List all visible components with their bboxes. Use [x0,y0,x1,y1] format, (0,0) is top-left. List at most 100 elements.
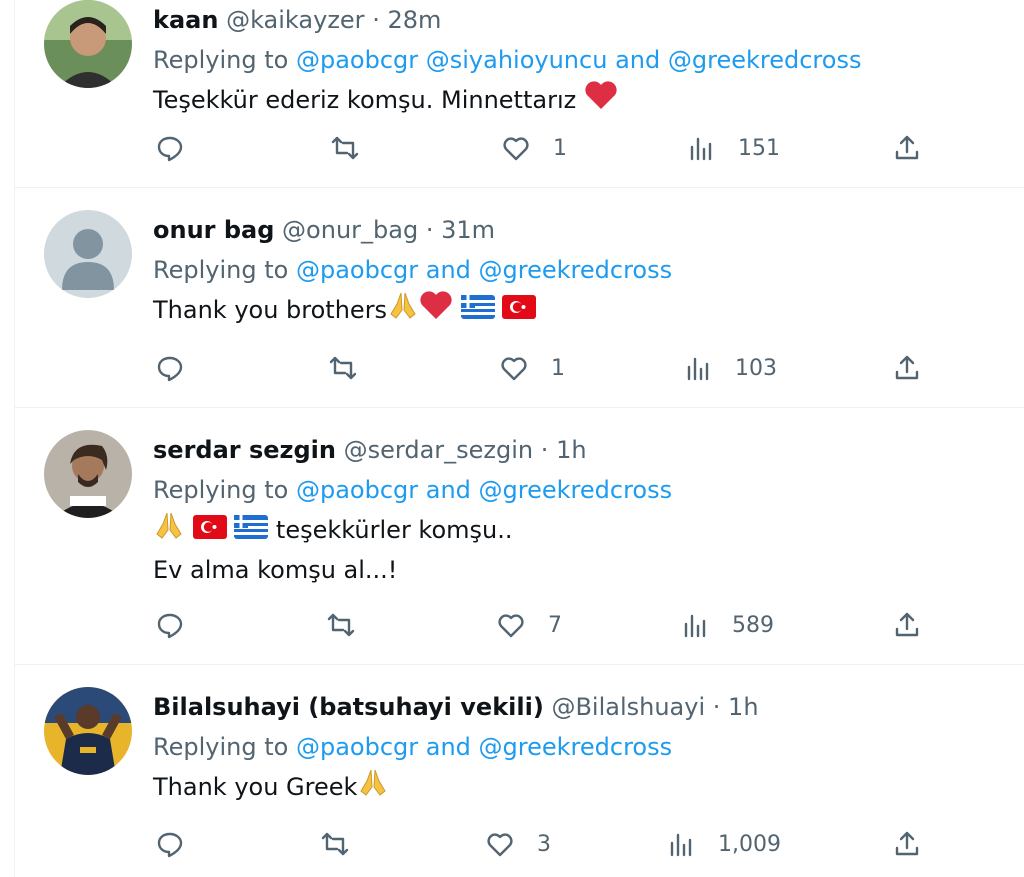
tweet[interactable]: onur bag @onur_bag · 31m Replying to @pa… [15,188,1024,408]
avatar[interactable] [44,430,132,518]
like-button[interactable]: 3 [485,824,551,864]
share-button[interactable] [892,824,922,864]
mention-conjunction: and [615,46,661,74]
like-count: 7 [548,612,562,638]
share-icon [895,355,919,380]
user-handle[interactable]: @kaikayzer [226,6,364,34]
timestamp[interactable]: 28m [387,6,441,34]
separator-dot: · [540,436,549,464]
views-button[interactable]: 151 [686,128,780,168]
views-icon [670,833,692,857]
reply-button[interactable] [155,824,185,864]
like-button[interactable]: 7 [496,605,562,645]
mention-link[interactable]: @greekredcross [479,476,673,504]
replying-to-label: Replying to [153,46,289,74]
views-button[interactable]: 589 [680,605,774,645]
like-count: 3 [537,831,551,857]
like-button[interactable]: 1 [501,128,567,168]
views-icon [690,137,712,161]
tweet-text: Ev alma komşu al...! [153,550,1005,590]
retweet-icon [321,832,349,856]
mention-link[interactable]: @paobcgr [296,733,418,761]
mention-link[interactable]: @paobcgr [296,46,418,74]
reply-icon [157,832,183,858]
mention-conjunction: and [425,476,471,504]
timestamp[interactable]: 1h [728,693,758,721]
tweet[interactable]: serdar sezgin @serdar_sezgin · 1h Replyi… [15,408,1024,665]
avatar[interactable] [44,210,132,298]
tweet-text: teşekkürler komşu.. [153,510,1005,550]
user-handle[interactable]: @serdar_sezgin [344,436,534,464]
tweet-actions: 1 151 [15,128,1024,168]
share-icon [895,135,919,160]
retweet-icon [331,136,359,160]
reply-icon [157,613,183,639]
greece-flag-icon [460,291,495,331]
view-count: 589 [732,612,774,638]
folded-hands-icon [357,767,389,809]
avatar[interactable] [44,687,132,775]
timestamp[interactable]: 31m [441,216,495,244]
retweet-button[interactable] [330,128,360,168]
share-button[interactable] [892,128,922,168]
like-icon [501,357,527,381]
tweet-text: Thank you brothers [153,290,1005,330]
mention-link[interactable]: @siyahioyuncu [426,46,608,74]
views-button[interactable]: 1,009 [666,824,781,864]
tweet-actions: 7 589 [15,605,1024,645]
retweet-icon [329,356,357,380]
share-icon [895,612,919,637]
views-icon [687,357,709,381]
share-button[interactable] [892,605,922,645]
display-name[interactable]: onur bag [153,216,274,244]
replying-to-line: Replying to @paobcgr and @greekredcross [153,250,1005,290]
tweet-text: Thank you Greek [153,767,1005,807]
red-heart-icon [584,80,618,122]
like-button[interactable]: 1 [499,348,565,388]
retweet-button[interactable] [328,348,358,388]
reply-button[interactable] [155,128,185,168]
like-count: 1 [553,135,567,161]
retweet-button[interactable] [326,605,356,645]
retweet-icon [327,613,355,637]
retweet-button[interactable] [320,824,350,864]
mention-link[interactable]: @paobcgr [296,256,418,284]
view-count: 1,009 [718,831,781,857]
tweet-header: onur bag @onur_bag · 31m [153,210,1005,250]
red-heart-icon [419,290,453,332]
separator-dot: · [712,693,721,721]
mention-link[interactable]: @paobcgr [296,476,418,504]
mention-link[interactable]: @greekredcross [668,46,862,74]
views-button[interactable]: 103 [683,348,777,388]
like-icon [487,833,513,857]
display-name[interactable]: Bilalsuhayi (batsuhayi vekili) [153,693,544,721]
tweet-actions: 1 103 [15,348,1024,388]
mention-conjunction: and [425,733,471,761]
replying-to-line: Replying to @paobcgr @siyahioyuncu and @… [153,40,1005,80]
reply-button[interactable] [155,348,185,388]
mention-link[interactable]: @greekredcross [479,733,673,761]
tweet[interactable]: kaan @kaikayzer · 28m Replying to @paobc… [15,0,1024,188]
folded-hands-icon [387,290,419,332]
tweet-text: Teşekkür ederiz komşu. Minnettarız [153,80,1005,120]
tweet-header: kaan @kaikayzer · 28m [153,0,1005,40]
reply-feed: kaan @kaikayzer · 28m Replying to @paobc… [14,0,1024,877]
views-icon [684,614,706,638]
replying-to-line: Replying to @paobcgr and @greekredcross [153,470,1005,510]
replying-to-line: Replying to @paobcgr and @greekredcross [153,727,1005,767]
tweet[interactable]: Bilalsuhayi (batsuhayi vekili) @Bilalshu… [15,665,1024,877]
turkey-flag-icon [502,291,537,331]
timestamp[interactable]: 1h [556,436,586,464]
mention-link[interactable]: @greekredcross [479,256,673,284]
reply-button[interactable] [155,605,185,645]
user-handle[interactable]: @onur_bag [282,216,418,244]
display-name[interactable]: kaan [153,6,218,34]
avatar[interactable] [44,0,132,88]
mention-conjunction: and [425,256,471,284]
user-handle[interactable]: @Bilalshuayi [551,693,705,721]
display-name[interactable]: serdar sezgin [153,436,336,464]
share-button[interactable] [892,348,922,388]
tweet-text-line: Ev alma komşu al...! [153,556,398,584]
like-icon [498,614,524,638]
like-count: 1 [551,355,565,381]
